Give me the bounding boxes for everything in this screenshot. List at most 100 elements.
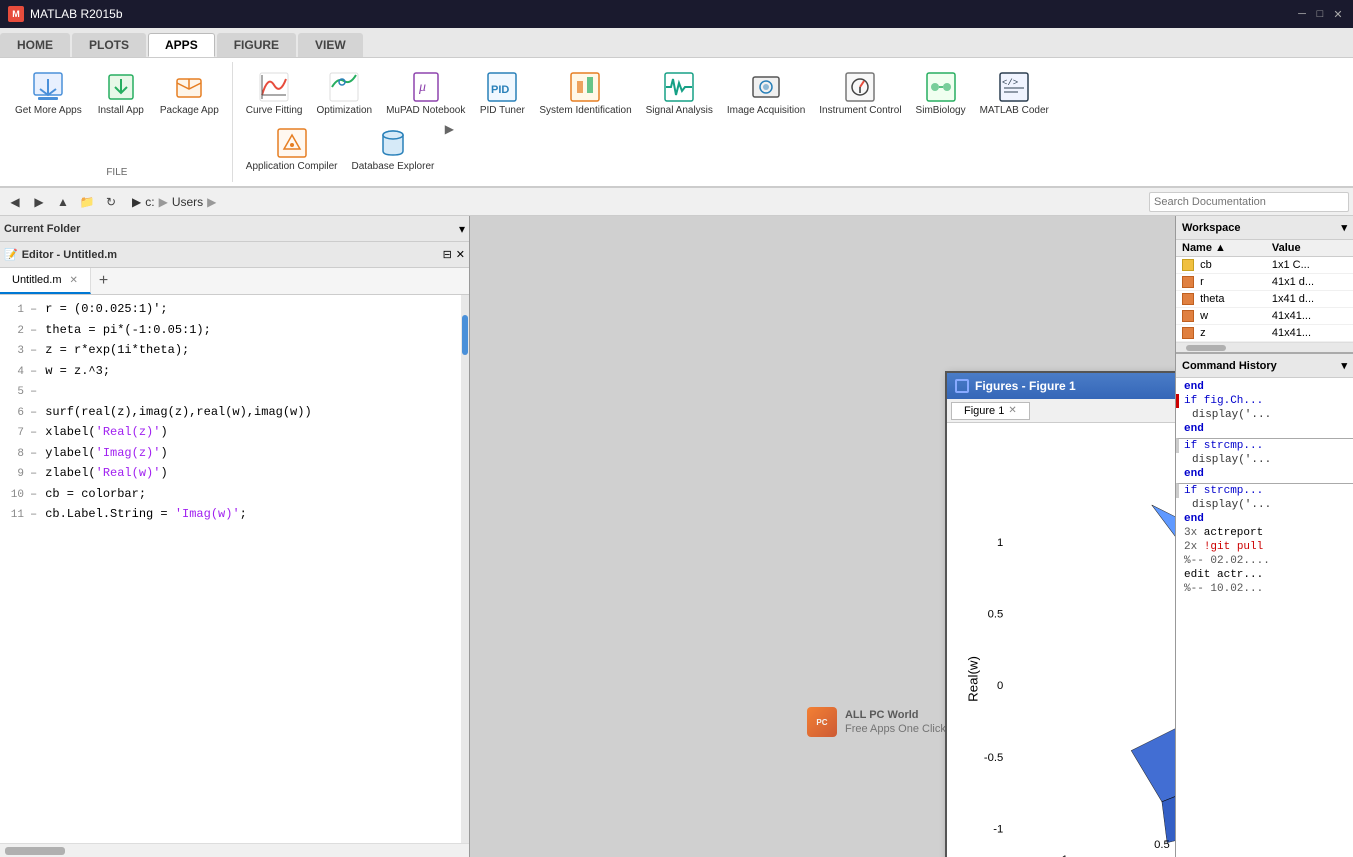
editor-tab-close[interactable]: ✕ [70,275,78,286]
code-line-2: 2 – theta = pi*(-1:0.05:1); [0,320,461,341]
workspace-table: Name ▲ Value cb 1x1 C... [1176,240,1353,342]
figure-title: Figures - Figure 1 [975,379,1076,393]
signal-analysis-button[interactable]: Signal Analysis [639,66,720,122]
workspace-row-r[interactable]: r 41x1 d... [1176,274,1353,291]
tab-home[interactable]: HOME [0,33,70,57]
history-item-if1[interactable]: if fig.Ch... [1176,394,1353,408]
figure-tab-close[interactable]: ✕ [1008,405,1016,416]
workspace-var-cb: cb [1176,257,1266,274]
history-item-if2[interactable]: if strcmp... [1176,438,1353,453]
package-app-button[interactable]: Package App [153,66,226,163]
optimization-button[interactable]: Optimization [309,66,379,122]
workspace-var-w: w [1176,308,1266,325]
history-item-editactr[interactable]: edit actr... [1176,568,1353,582]
editor-header: 📝 Editor - Untitled.m ⊟ ✕ [0,242,469,268]
add-tab-button[interactable]: + [91,268,116,294]
browse-button[interactable]: 📁 [76,191,98,213]
close-button[interactable]: ✕ [1331,7,1345,21]
title-bar: M MATLAB R2015b ─ □ ✕ [0,0,1353,28]
history-item-display2[interactable]: display('... [1176,453,1353,467]
history-item-end3[interactable]: end [1176,467,1353,481]
back-button[interactable]: ◀ [4,191,26,213]
install-app-button[interactable]: Install App [91,66,151,163]
breadcrumb-users[interactable]: Users [172,195,203,209]
tab-view[interactable]: VIEW [298,33,363,57]
editor-hscroll-thumb [5,847,65,855]
pid-tuner-button[interactable]: PID PID Tuner [472,66,532,122]
up-button[interactable]: ▲ [52,191,74,213]
history-item-end1[interactable]: end [1176,380,1353,394]
editor-title: Editor - Untitled.m [22,249,117,261]
ribbon-more-button[interactable]: ▶ [441,122,457,136]
editor-header-controls: ⊟ ✕ [443,248,465,261]
editor-hscroll[interactable] [0,843,469,857]
history-item-date1[interactable]: %-- 02.02.... [1176,554,1353,568]
mupad-notebook-button[interactable]: μ MuPAD Notebook [379,66,472,122]
simbiology-button[interactable]: SimBiology [909,66,973,122]
watermark-logo: PC [807,707,837,737]
maximize-button[interactable]: □ [1313,7,1327,21]
middle-area: Figures - Figure 1 ? ─ □ ✕ Figure 1 ✕ [470,216,1175,857]
var-name-r: r [1200,276,1204,288]
history-item-end4[interactable]: end [1176,512,1353,526]
system-identification-button[interactable]: System Identification [532,66,638,122]
workspace-row-w[interactable]: w 41x41... [1176,308,1353,325]
history-item-date2[interactable]: %-- 10.02... [1176,582,1353,596]
tab-apps[interactable]: APPS [148,33,215,57]
forward-button[interactable]: ▶ [28,191,50,213]
history-item-if3[interactable]: if strcmp... [1176,483,1353,498]
ribbon-group-apps: Curve Fitting Optimization μ MuPAD Noteb… [233,62,1133,182]
editor-tab-untitled[interactable]: Untitled.m ✕ [0,268,91,294]
workspace-row-cb[interactable]: cb 1x1 C... [1176,257,1353,274]
ribbon-tabs: HOME PLOTS APPS FIGURE VIEW [0,28,1353,58]
var-icon-z [1182,327,1194,339]
package-app-label: Package App [160,105,219,117]
code-editor[interactable]: 1 – r = (0:0.025:1)'; 2 – theta = pi*(-1… [0,295,461,843]
workspace-table-container: Name ▲ Value cb 1x1 C... [1176,240,1353,342]
tab-plots[interactable]: PLOTS [72,33,146,57]
code-line-4: 4 – w = z.^3; [0,361,461,382]
workspace-row-z[interactable]: z 41x41... [1176,325,1353,342]
system-identification-label: System Identification [539,105,631,117]
history-item-gitpull[interactable]: 2x !git pull [1176,540,1353,554]
application-compiler-button[interactable]: Application Compiler [239,122,345,178]
curve-fitting-label: Curve Fitting [246,105,303,117]
workspace-val-z: 41x41... [1266,325,1353,342]
editor-header-left: 📝 Editor - Untitled.m [4,248,117,261]
editor-scrollbar[interactable] [461,295,469,843]
matlab-coder-icon: </> [998,71,1030,103]
search-documentation-input[interactable] [1149,192,1349,212]
minimize-button[interactable]: ─ [1295,7,1309,21]
history-item-actreport[interactable]: 3x actreport [1176,526,1353,540]
toolbar-strip: ◀ ▶ ▲ 📁 ↻ ▶ c: ▶ Users ▶ [0,188,1353,216]
breadcrumb-drive[interactable]: c: [145,195,154,209]
var-icon-cb [1182,259,1194,271]
current-folder-collapse[interactable]: ▾ [459,222,465,236]
matlab-coder-button[interactable]: </> MATLAB Coder [973,66,1056,122]
command-history-options[interactable]: ▾ [1341,359,1347,372]
file-group-items: Get More Apps Install App Package App [8,66,226,163]
curve-fitting-button[interactable]: Curve Fitting [239,66,310,122]
instrument-control-button[interactable]: Instrument Control [812,66,908,122]
workspace-scrollbar[interactable] [1176,342,1353,352]
instrument-control-icon [844,71,876,103]
figure-tab-1[interactable]: Figure 1 ✕ [951,402,1030,420]
workspace-options[interactable]: ▾ [1341,221,1347,234]
image-acquisition-button[interactable]: Image Acquisition [720,66,812,122]
3d-plot-svg: Imag(z) Real(w) Real(z) [947,423,1175,857]
history-item-display1[interactable]: display('... [1176,408,1353,422]
simbiology-label: SimBiology [916,105,966,117]
refresh-button[interactable]: ↻ [100,191,122,213]
tab-figure[interactable]: FIGURE [217,33,296,57]
signal-analysis-label: Signal Analysis [646,105,713,117]
editor-close[interactable]: ✕ [456,248,465,261]
history-item-end2[interactable]: end [1176,422,1353,436]
editor-minimize[interactable]: ⊟ [443,248,452,261]
database-explorer-button[interactable]: Database Explorer [345,122,442,178]
editor-tabs: Untitled.m ✕ + [0,268,469,295]
command-history-content: end if fig.Ch... display('... end if str… [1176,378,1353,857]
workspace-row-theta[interactable]: theta 1x41 d... [1176,291,1353,308]
workspace-var-r: r [1176,274,1266,291]
get-more-apps-button[interactable]: Get More Apps [8,66,89,163]
history-item-display3[interactable]: display('... [1176,498,1353,512]
